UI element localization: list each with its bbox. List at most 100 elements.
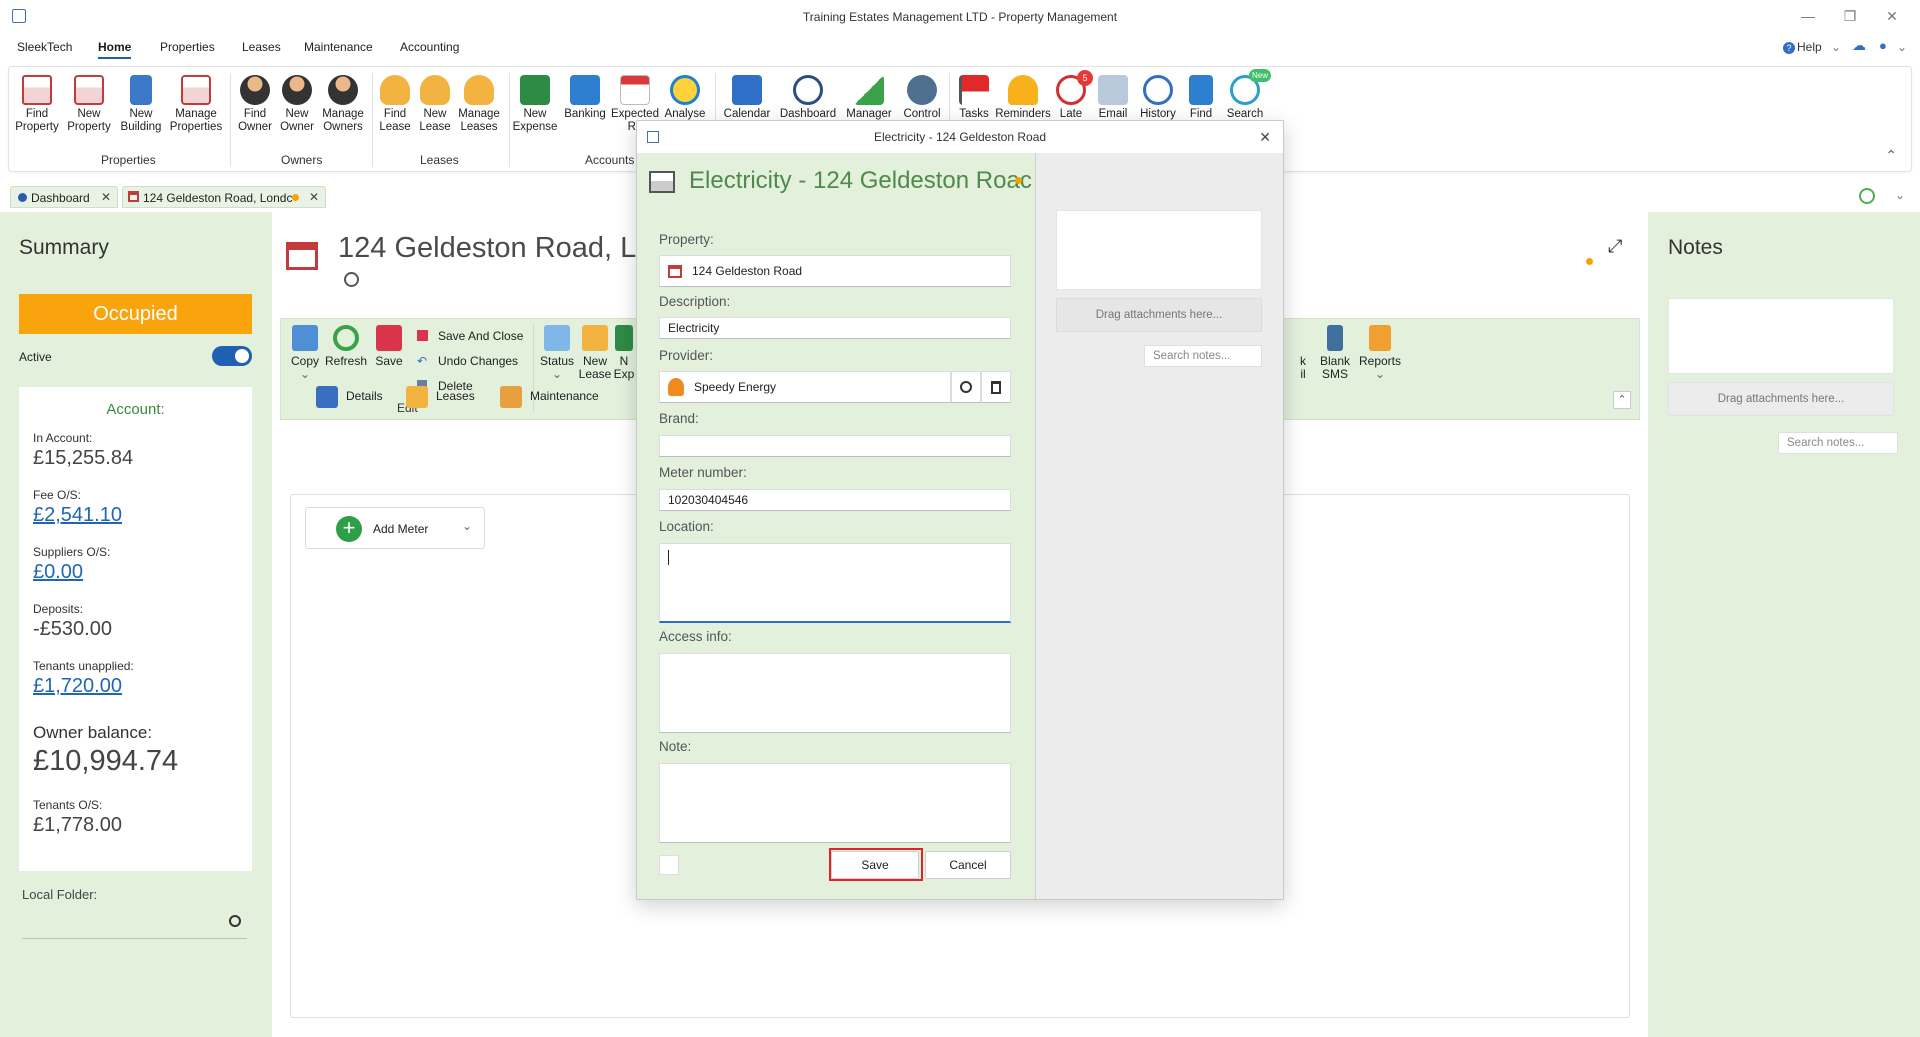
- location-textarea[interactable]: [659, 543, 1011, 623]
- menu-properties[interactable]: Properties: [160, 40, 215, 54]
- note-textarea[interactable]: [659, 763, 1011, 843]
- handshake-add-icon: [420, 75, 450, 105]
- refresh-button[interactable]: Refresh: [323, 325, 369, 368]
- new-lease-toolbar-button[interactable]: New Lease: [575, 325, 615, 381]
- dialog-drag-area[interactable]: Drag attachments here...: [1056, 298, 1262, 332]
- menu-sleektech[interactable]: SleekTech: [17, 40, 72, 54]
- close-window-button[interactable]: ✕: [1882, 8, 1902, 25]
- search-button[interactable]: New Search: [1221, 69, 1271, 121]
- find-owner-button[interactable]: Find Owner: [233, 75, 277, 134]
- cloud-icon[interactable]: ☁: [1852, 37, 1866, 54]
- history-button[interactable]: History: [1133, 75, 1183, 121]
- save-toolbar-button[interactable]: Save: [369, 325, 409, 368]
- tab-leases[interactable]: Leases: [406, 386, 475, 408]
- notes-drag-area[interactable]: Drag attachments here...: [1668, 382, 1894, 416]
- tab-maintenance[interactable]: Maintenance: [500, 386, 599, 408]
- user-icon[interactable]: ●: [1879, 38, 1887, 53]
- copy-button[interactable]: Copy ⌄: [285, 325, 325, 381]
- save-and-close-button[interactable]: Save And Close: [417, 329, 523, 343]
- undo-changes-button[interactable]: ↶ Undo Changes: [417, 354, 518, 368]
- dialog-notes-editor[interactable]: [1056, 210, 1262, 290]
- history-icon: [1143, 75, 1173, 105]
- email-button[interactable]: Email: [1091, 75, 1135, 121]
- property-field[interactable]: 124 Geldeston Road: [659, 255, 1011, 287]
- collapse-toolbar-icon[interactable]: ⌃: [1613, 391, 1631, 409]
- expand-icon[interactable]: ⤢: [1608, 236, 1622, 257]
- close-tab-icon[interactable]: ✕: [101, 190, 111, 204]
- provider-clear-button[interactable]: [981, 371, 1011, 403]
- blank-email-button[interactable]: k il: [1295, 325, 1311, 381]
- fee-os-link[interactable]: £2,541.10: [33, 504, 122, 527]
- new-expense-button[interactable]: New Expense: [511, 75, 559, 134]
- delete-meter-icon[interactable]: [659, 855, 679, 875]
- tab-dashboard[interactable]: Dashboard ✕: [10, 186, 118, 208]
- new-owner-button[interactable]: New Owner: [275, 75, 319, 134]
- cancel-button[interactable]: Cancel: [925, 851, 1011, 879]
- chevron-down-icon[interactable]: ⌄: [1895, 188, 1905, 202]
- phone-icon: [1327, 325, 1343, 351]
- dashboard-button[interactable]: Dashboard: [777, 75, 839, 121]
- reports-button[interactable]: Reports ⌄: [1355, 325, 1405, 381]
- menu-home[interactable]: Home: [98, 40, 132, 59]
- find-lease-button[interactable]: Find Lease: [375, 75, 415, 134]
- dialog-attachments-panel: Drag attachments here... Search notes...: [1035, 153, 1283, 899]
- close-dialog-button[interactable]: ✕: [1259, 121, 1271, 153]
- meter-number-input[interactable]: 102030404546: [659, 489, 1011, 511]
- suppliers-os-link[interactable]: £0.00: [33, 561, 83, 584]
- brand-input[interactable]: [659, 435, 1011, 457]
- chevron-down-icon[interactable]: ⌄: [462, 519, 472, 533]
- new-badge: New: [1248, 69, 1271, 82]
- manager-button[interactable]: Manager: [841, 75, 897, 121]
- new-property-button[interactable]: New Property: [65, 75, 113, 134]
- description-input[interactable]: Electricity: [659, 317, 1011, 339]
- local-folder-field[interactable]: [22, 909, 247, 939]
- access-info-textarea[interactable]: [659, 653, 1011, 733]
- menu-accounting[interactable]: Accounting: [400, 40, 459, 54]
- status-button[interactable]: Status ⌄: [537, 325, 577, 381]
- refresh-icon: [333, 325, 359, 351]
- restore-button[interactable]: ❐: [1840, 8, 1860, 25]
- menu-leases[interactable]: Leases: [242, 40, 281, 54]
- dialog-notes-search-input[interactable]: Search notes...: [1144, 345, 1262, 367]
- minimize-button[interactable]: —: [1798, 8, 1818, 24]
- tab-details[interactable]: Details: [316, 386, 383, 408]
- new-lease-button[interactable]: New Lease: [415, 75, 455, 134]
- tab-property[interactable]: 124 Geldeston Road, Londc ✕: [122, 186, 326, 208]
- tasks-button[interactable]: Tasks: [953, 75, 995, 121]
- house-gear-icon: [181, 75, 211, 105]
- calendar-button[interactable]: Calendar: [719, 75, 775, 121]
- notes-search-input[interactable]: Search notes...: [1778, 432, 1898, 454]
- find-button[interactable]: Find: [1179, 75, 1223, 121]
- banking-button[interactable]: Banking: [561, 75, 609, 121]
- close-tab-icon[interactable]: ✕: [309, 190, 319, 204]
- save-button-highlight: [829, 848, 923, 881]
- flag-icon: [959, 75, 989, 105]
- new-building-button[interactable]: New Building: [117, 75, 165, 134]
- manage-properties-button[interactable]: Manage Properties: [169, 75, 223, 134]
- find-property-button[interactable]: Find Property: [13, 75, 61, 134]
- account-header: Account:: [106, 401, 165, 418]
- money-add-icon: [520, 75, 550, 105]
- history-icon[interactable]: [344, 272, 359, 287]
- control-button[interactable]: Control: [897, 75, 947, 121]
- blank-sms-button[interactable]: Blank SMS: [1315, 325, 1355, 381]
- help-menu[interactable]: ? Help ⌄: [1783, 40, 1841, 54]
- analyse-button[interactable]: Analyse: [661, 75, 709, 121]
- new-expense-toolbar-button[interactable]: N Exp: [611, 325, 637, 381]
- collapse-ribbon-icon[interactable]: ⌃: [1885, 147, 1897, 164]
- provider-field[interactable]: Speedy Energy: [659, 371, 951, 403]
- reminders-button[interactable]: Reminders: [993, 75, 1053, 121]
- late-button[interactable]: 5 Late: [1049, 70, 1093, 121]
- menu-maintenance[interactable]: Maintenance: [304, 40, 373, 54]
- manage-owners-button[interactable]: Manage Owners: [319, 75, 367, 134]
- provider-label: Provider:: [659, 348, 714, 363]
- notes-editor[interactable]: [1668, 298, 1894, 374]
- sync-icon[interactable]: [1859, 188, 1875, 204]
- manage-leases-button[interactable]: Manage Leases: [455, 75, 503, 134]
- active-toggle[interactable]: [212, 346, 252, 366]
- add-meter-button[interactable]: + Add Meter ⌄: [305, 507, 485, 549]
- provider-search-button[interactable]: [951, 371, 981, 403]
- chevron-down-icon[interactable]: ⌄: [1897, 40, 1907, 54]
- search-icon[interactable]: [229, 915, 241, 927]
- tenants-unapplied-link[interactable]: £1,720.00: [33, 675, 122, 698]
